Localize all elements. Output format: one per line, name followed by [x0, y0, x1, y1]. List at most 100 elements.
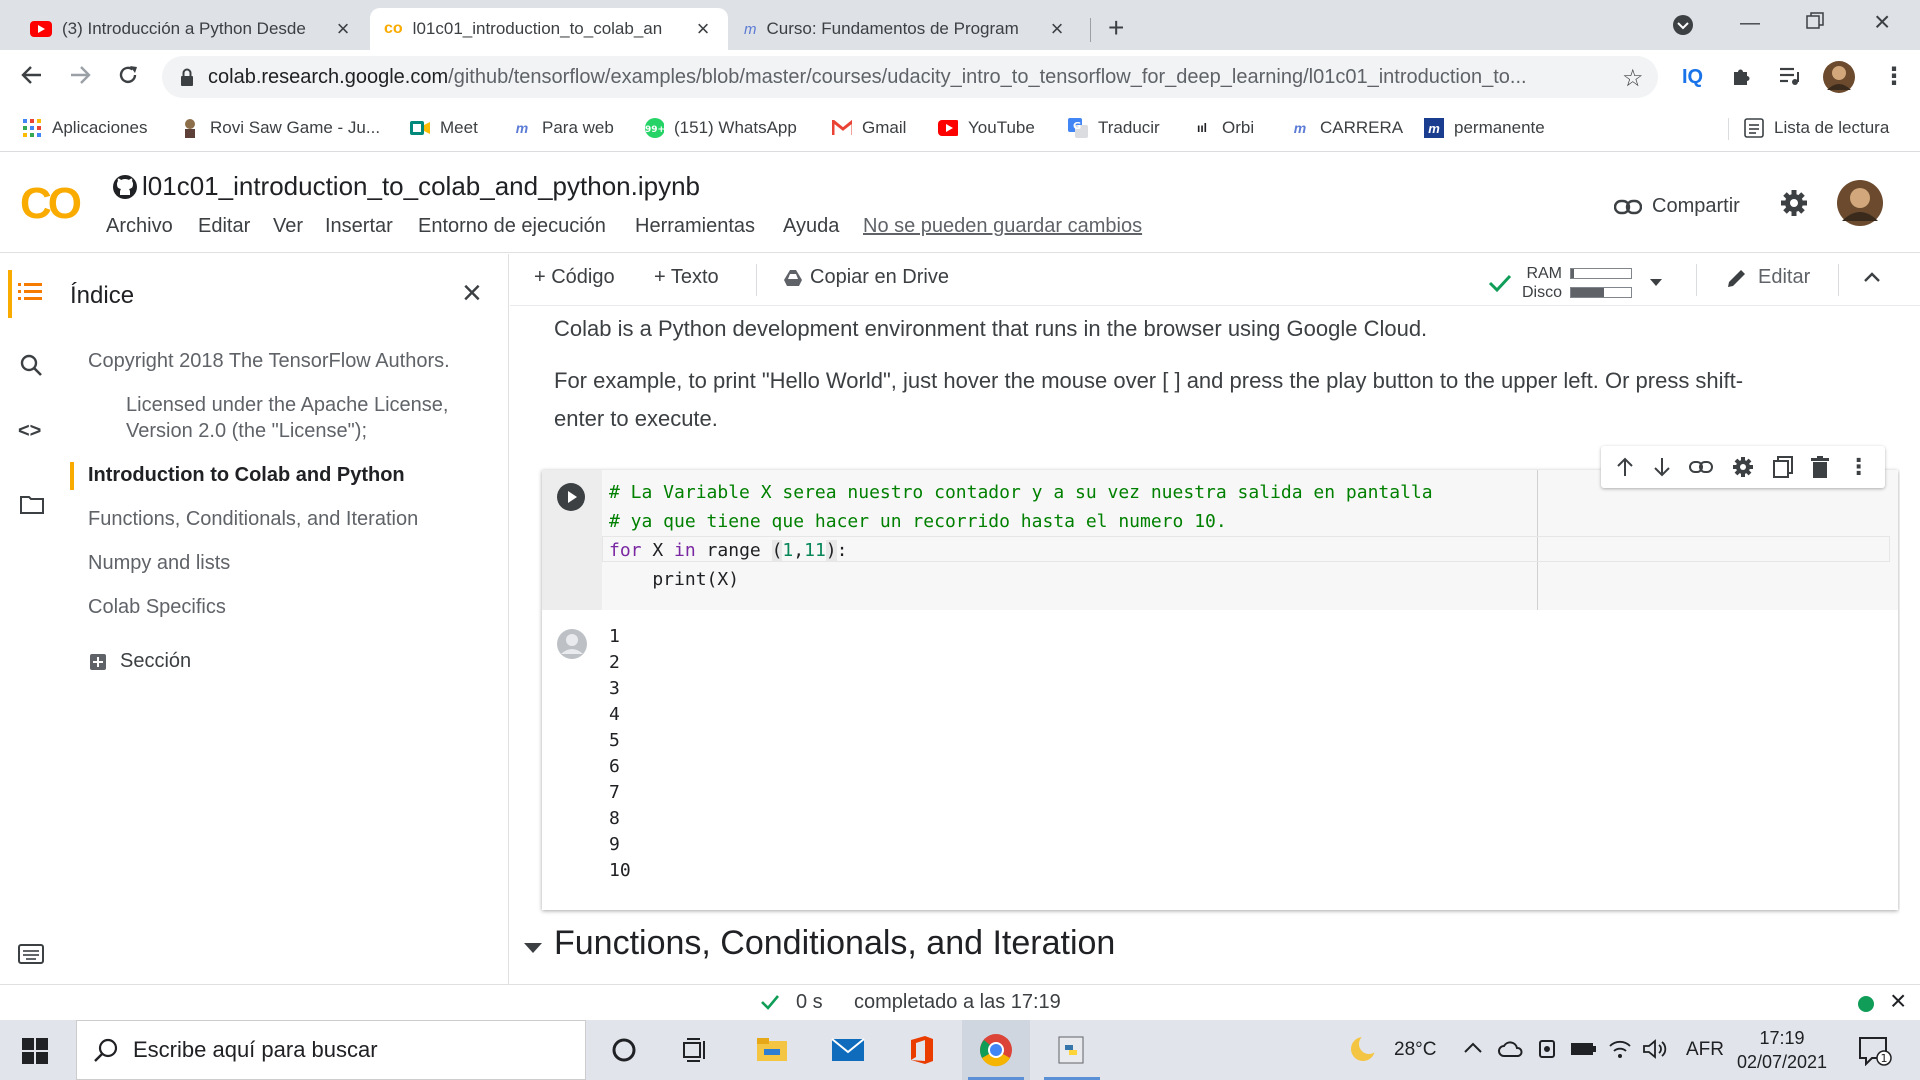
volume-icon[interactable]: [1642, 1038, 1668, 1060]
bookmark-star-icon[interactable]: ☆: [1622, 64, 1644, 93]
resources-dropdown-icon[interactable]: [1650, 279, 1663, 287]
resources-indicator[interactable]: RAM Disco: [1488, 264, 1663, 302]
browser-tab-youtube[interactable]: (3) Introducción a Python Desde ×: [16, 8, 368, 50]
extensions-puzzle-icon[interactable]: [1730, 64, 1754, 88]
windows-start-icon[interactable]: [22, 1038, 48, 1064]
browser-menu-icon[interactable]: ⋮: [1882, 62, 1906, 91]
menu-editar[interactable]: Editar: [198, 215, 250, 238]
toc-item-functions[interactable]: Functions, Conditionals, and Iteration: [88, 506, 418, 532]
taskbar-search-box[interactable]: Escribe aquí para buscar: [76, 1020, 586, 1080]
close-icon[interactable]: ×: [332, 16, 354, 41]
bookmark-whatsapp[interactable]: 99+ (151) WhatsApp: [644, 114, 797, 142]
show-hidden-icons-chevron-icon[interactable]: [1464, 1042, 1482, 1054]
wifi-icon[interactable]: [1608, 1038, 1632, 1060]
toc-list-icon[interactable]: [18, 282, 42, 302]
add-code-button[interactable]: + Código: [534, 266, 615, 289]
copy-to-drive-button[interactable]: Copiar en Drive: [784, 266, 949, 289]
close-icon[interactable]: ×: [1046, 16, 1068, 41]
reload-icon[interactable]: [116, 63, 140, 87]
chrome-taskbar-icon[interactable]: [962, 1020, 1030, 1080]
bookmark-permanente[interactable]: m permanente: [1424, 114, 1545, 142]
files-folder-icon[interactable]: [20, 494, 44, 514]
bookmark-rovi[interactable]: Rovi Saw Game - Ju...: [180, 114, 380, 142]
toc-item-intro[interactable]: Introduction to Colab and Python: [88, 462, 405, 488]
notebook-title[interactable]: l01c01_introduction_to_colab_and_python.…: [142, 171, 700, 202]
delete-trash-icon[interactable]: [1811, 456, 1830, 478]
colab-logo[interactable]: CO: [20, 179, 82, 229]
mail-icon[interactable]: [814, 1020, 882, 1080]
minimize-icon[interactable]: —: [1740, 12, 1760, 35]
close-icon[interactable]: ×: [692, 16, 714, 41]
weather-moon-icon[interactable]: [1348, 1034, 1378, 1064]
add-section-button[interactable]: Sección: [90, 650, 191, 673]
window-close-icon[interactable]: ×: [1874, 6, 1890, 38]
share-button[interactable]: Compartir: [1614, 195, 1740, 218]
toc-item-numpy[interactable]: Numpy and lists: [88, 550, 230, 576]
run-cell-play-icon[interactable]: [556, 482, 586, 512]
bookmark-para-web[interactable]: m Para web: [512, 114, 614, 142]
profile-avatar[interactable]: [1822, 60, 1856, 94]
reading-list-button[interactable]: Lista de lectura: [1744, 114, 1889, 142]
add-text-button[interactable]: + Texto: [654, 266, 719, 289]
input-language[interactable]: AFR: [1686, 1020, 1724, 1080]
python-taskbar-icon[interactable]: [1038, 1020, 1106, 1080]
bookmark-carrera[interactable]: m CARRERA: [1290, 114, 1403, 142]
meet-now-icon[interactable]: [1538, 1038, 1560, 1060]
notifications-icon[interactable]: 1: [1858, 1036, 1892, 1066]
onedrive-cloud-icon[interactable]: [1498, 1040, 1524, 1058]
code-cell[interactable]: # La Variable X serea nuestro contador y…: [542, 470, 1898, 910]
browser-tab-platzi[interactable]: m Curso: Fundamentos de Program ×: [730, 8, 1082, 50]
section-heading[interactable]: Functions, Conditionals, and Iteration: [554, 924, 1115, 963]
code-snippets-icon[interactable]: <>: [18, 420, 41, 443]
toc-item-copyright[interactable]: Copyright 2018 The TensorFlow Authors.: [88, 348, 450, 374]
edit-button[interactable]: Editar: [1726, 266, 1810, 289]
address-bar[interactable]: colab.research.google.com/github/tensorf…: [162, 56, 1658, 98]
cortana-icon[interactable]: [590, 1020, 658, 1080]
menu-insertar[interactable]: Insertar: [325, 215, 393, 238]
cell-settings-gear-icon[interactable]: [1732, 456, 1754, 478]
browser-tab-colab[interactable]: co l01c01_introduction_to_colab_an ×: [370, 8, 728, 50]
search-icon[interactable]: [20, 354, 42, 376]
menu-herramientas[interactable]: Herramientas: [635, 215, 755, 238]
settings-gear-icon[interactable]: [1780, 189, 1808, 217]
battery-icon[interactable]: [1570, 1040, 1598, 1058]
move-up-icon[interactable]: [1616, 457, 1634, 477]
bookmark-gmail[interactable]: Gmail: [832, 114, 906, 142]
task-view-icon[interactable]: [662, 1020, 730, 1080]
system-clock[interactable]: 17:19 02/07/2021: [1732, 1026, 1832, 1074]
bookmark-meet[interactable]: Meet: [410, 114, 478, 142]
collapse-header-icon[interactable]: [1864, 272, 1880, 282]
toc-item-colab-specifics[interactable]: Colab Specifics: [88, 594, 226, 620]
collapse-section-icon[interactable]: [524, 942, 542, 954]
extension-iq-icon[interactable]: IQ: [1682, 66, 1703, 89]
menu-ayuda[interactable]: Ayuda: [783, 215, 839, 238]
link-icon[interactable]: [1689, 460, 1714, 474]
file-explorer-icon[interactable]: [738, 1020, 806, 1080]
restore-icon[interactable]: [1806, 12, 1824, 30]
menu-entorno[interactable]: Entorno de ejecución: [418, 215, 606, 238]
mirror-cell-icon[interactable]: [1772, 456, 1793, 478]
more-options-icon[interactable]: ⋮: [1848, 454, 1870, 480]
bookmark-apps[interactable]: Aplicaciones: [22, 114, 147, 142]
bookmark-orbi[interactable]: ııl Orbi: [1192, 114, 1254, 142]
back-arrow-icon[interactable]: [20, 63, 44, 87]
new-tab-button[interactable]: +: [1108, 12, 1124, 44]
close-panel-icon[interactable]: ×: [462, 276, 482, 310]
weather-temperature[interactable]: 28°C: [1394, 1020, 1436, 1080]
media-queue-icon[interactable]: [1778, 64, 1802, 88]
terminal-keyboard-icon[interactable]: [18, 944, 44, 964]
office-icon[interactable]: [888, 1020, 956, 1080]
bookmark-youtube[interactable]: YouTube: [938, 114, 1035, 142]
account-avatar[interactable]: [1836, 179, 1884, 227]
toc-item-license[interactable]: Licensed under the Apache License, Versi…: [126, 392, 466, 444]
menu-archivo[interactable]: Archivo: [106, 215, 173, 238]
code-editor[interactable]: # La Variable X serea nuestro contador y…: [602, 470, 1898, 610]
bookmark-translate[interactable]: G Traducir: [1068, 114, 1160, 142]
cannot-save-link[interactable]: No se pueden guardar cambios: [863, 215, 1142, 238]
move-down-icon[interactable]: [1653, 457, 1671, 477]
menu-ver[interactable]: Ver: [273, 215, 303, 238]
forward-arrow-icon[interactable]: [68, 63, 92, 87]
close-status-icon[interactable]: ×: [1890, 985, 1906, 1017]
tab-search-icon[interactable]: [1672, 14, 1694, 36]
notebook-toolbar: + Código + Texto Copiar en Drive RAM Dis…: [510, 254, 1920, 306]
